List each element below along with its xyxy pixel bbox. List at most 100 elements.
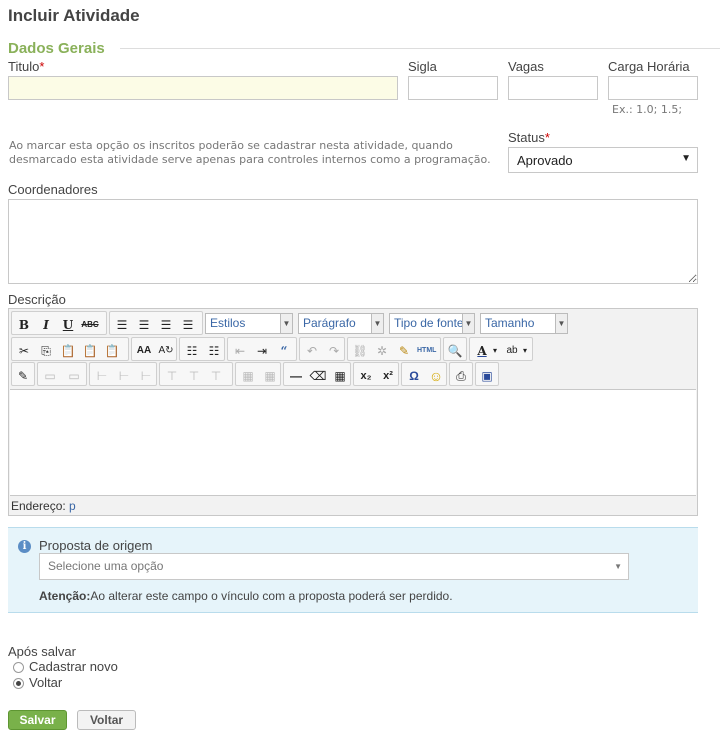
editor-content-area[interactable] [10, 389, 696, 496]
omega-icon[interactable]: Ω [404, 365, 424, 385]
align-right-icon[interactable]: ☰ [156, 314, 176, 334]
align-justify-icon[interactable]: ☰ [178, 314, 198, 334]
chevron-down-icon: ▼ [462, 314, 474, 333]
align-center-icon[interactable]: ☰ [134, 314, 154, 334]
legend-divider [120, 48, 720, 49]
underline-icon[interactable]: U [58, 314, 78, 334]
path-label: Endereço: [11, 499, 66, 513]
sigla-input[interactable] [408, 76, 498, 100]
clipboard-group: ✂ ⎘ 📋 📋 📋 [11, 337, 129, 361]
paragrafo-label: Parágrafo [303, 316, 356, 330]
vagas-input[interactable] [508, 76, 598, 100]
coordenadores-textarea[interactable] [8, 199, 698, 284]
cut-icon[interactable]: ✂ [14, 340, 34, 360]
fonte-combo[interactable]: Tipo de fonte ▼ [389, 313, 475, 334]
redo-icon[interactable]: ↷ [324, 340, 344, 360]
proposta-label: Proposta de origem [39, 538, 153, 553]
status-select[interactable]: Aprovado ▼ [508, 147, 698, 173]
radio-cadastrar-novo-label: Cadastrar novo [29, 659, 118, 674]
table-col-group: ⊤ ⊤ ⊤ [159, 362, 233, 386]
print-icon[interactable]: ⎙ [451, 365, 471, 385]
strikethrough-icon[interactable]: ABC [80, 314, 100, 334]
split-cells-icon[interactable]: ▦ [260, 365, 280, 385]
outdent-icon[interactable]: ⇤ [230, 340, 250, 360]
carga-input[interactable] [608, 76, 698, 100]
edit-group: ✎ [11, 362, 35, 386]
proposta-placeholder: Selecione uma opção [48, 559, 164, 573]
color-group: A ▾ ab ▾ [469, 337, 533, 361]
estilos-combo[interactable]: Estilos ▼ [205, 313, 293, 334]
table-row-icon[interactable]: ⊢ [92, 365, 112, 385]
chevron-down-icon: ▼ [681, 153, 691, 164]
copy-icon[interactable]: ⎘ [36, 340, 56, 360]
radio-voltar[interactable] [13, 678, 24, 689]
fullscreen-group: ▣ [475, 362, 499, 386]
link-icon[interactable]: ⛓ [350, 340, 370, 360]
align-left-icon[interactable]: ☰ [112, 314, 132, 334]
cleanup-icon[interactable]: ✎ [394, 340, 414, 360]
coordenadores-label: Coordenadores [8, 182, 98, 197]
preview-icon[interactable]: 🔍 [445, 340, 465, 360]
info-icon: i [18, 540, 31, 553]
layer-icon[interactable]: ▭ [40, 365, 60, 385]
layer-group: ▭ ▭ [37, 362, 87, 386]
merge-cells-icon[interactable]: ▦ [238, 365, 258, 385]
indent-icon[interactable]: ⇥ [252, 340, 272, 360]
list-group: ☷ ☷ [179, 337, 225, 361]
paste-icon[interactable]: 📋 [58, 340, 78, 360]
table-icon[interactable]: ▦ [330, 365, 350, 385]
titulo-input[interactable] [8, 76, 398, 100]
html-source-icon[interactable]: HTML [416, 340, 436, 360]
italic-icon[interactable]: I [36, 314, 56, 334]
tamanho-combo[interactable]: Tamanho ▼ [480, 313, 568, 334]
table-col-icon[interactable]: ⊤ [206, 365, 226, 385]
save-button[interactable]: Salvar [8, 710, 67, 730]
fullscreen-icon[interactable]: ▣ [477, 365, 497, 385]
numbered-list-icon[interactable]: ☷ [204, 340, 224, 360]
find-icon[interactable]: AA [134, 340, 154, 360]
text-format-group: B I U ABC [11, 311, 107, 335]
chevron-down-icon: ▼ [280, 314, 292, 333]
highlight-color-icon[interactable]: ab [502, 340, 522, 360]
path-element-link[interactable]: p [69, 499, 76, 513]
unlink-icon[interactable]: ✲ [372, 340, 392, 360]
paragrafo-combo[interactable]: Parágrafo ▼ [298, 313, 384, 334]
text-color-icon[interactable]: A [472, 340, 492, 360]
edit-icon[interactable]: ✎ [13, 365, 33, 385]
horizontal-rule-icon[interactable]: — [286, 365, 306, 385]
indent-group: ⇤ ⇥ “ [227, 337, 297, 361]
superscript-icon[interactable]: x² [378, 365, 398, 385]
paste-word-icon[interactable]: 📋 [102, 340, 122, 360]
chevron-down-icon[interactable]: ▾ [520, 340, 530, 360]
editor-path-bar: Endereço: p [11, 499, 76, 513]
status-label: Status* [508, 130, 550, 145]
proposta-select[interactable]: Selecione uma opção ▼ [39, 553, 629, 580]
table-row-icon[interactable]: ⊢ [114, 365, 134, 385]
apos-salvar-label: Após salvar [8, 644, 76, 659]
bold-icon[interactable]: B [14, 314, 34, 334]
radio-cadastrar-novo[interactable] [13, 662, 24, 673]
chevron-down-icon[interactable]: ▾ [490, 340, 500, 360]
table-col-icon[interactable]: ⊤ [162, 365, 182, 385]
subscript-icon[interactable]: x₂ [356, 365, 376, 385]
toolbar-row-3: ✎ ▭ ▭ ⊢ ⊢ ⊢ ⊤ ⊤ ⊤ ▦ ▦ — ⌫ ▦ x₂ x² Ω ☺ ⎙ … [11, 362, 695, 386]
bullet-list-icon[interactable]: ☷ [182, 340, 202, 360]
toolbar-row-2: ✂ ⎘ 📋 📋 📋 AA A↻ ☷ ☷ ⇤ ⇥ “ ↶ ↷ ⛓ ✲ ✎ HTML [11, 337, 695, 361]
chevron-down-icon: ▼ [555, 314, 567, 333]
insert-group: — ⌫ ▦ [283, 362, 351, 386]
eraser-icon[interactable]: ⌫ [308, 365, 328, 385]
layer-icon[interactable]: ▭ [64, 365, 84, 385]
smiley-icon[interactable]: ☺ [426, 365, 446, 385]
titulo-label: Titulo* [8, 59, 45, 74]
back-button[interactable]: Voltar [77, 710, 136, 730]
table-row-group: ⊢ ⊢ ⊢ [89, 362, 157, 386]
page-title: Incluir Atividade [8, 6, 140, 25]
undo-icon[interactable]: ↶ [302, 340, 322, 360]
table-col-icon[interactable]: ⊤ [184, 365, 204, 385]
replace-icon[interactable]: A↻ [156, 340, 176, 360]
toolbar-row-1: B I U ABC ☰ ☰ ☰ ☰ Estilos ▼ Parágrafo ▼ Ti… [11, 311, 695, 335]
descricao-label: Descrição [8, 292, 66, 307]
paste-text-icon[interactable]: 📋 [80, 340, 100, 360]
blockquote-icon[interactable]: “ [274, 340, 294, 360]
table-row-icon[interactable]: ⊢ [136, 365, 156, 385]
